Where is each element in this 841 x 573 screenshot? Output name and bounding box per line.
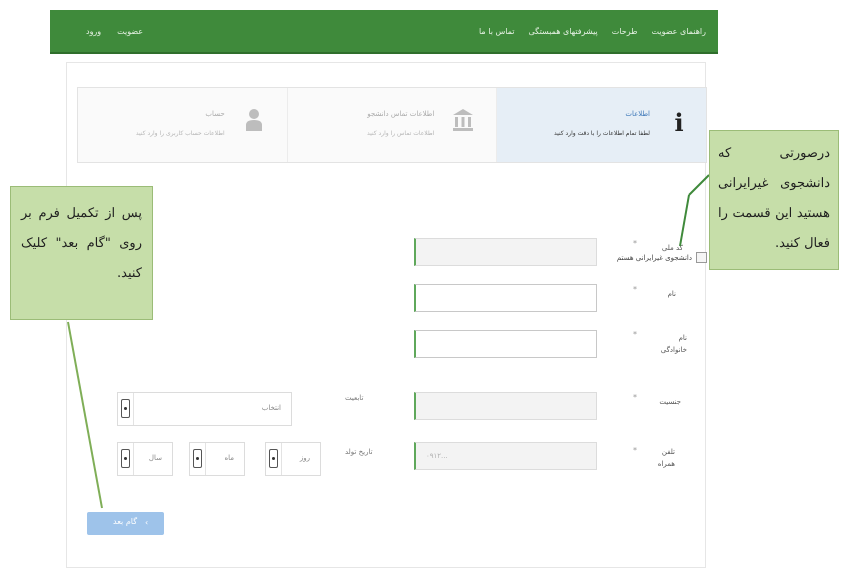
step-title: اطلاعات — [625, 110, 650, 118]
wizard-steps: i اطلاعات لطفا تمام اطلاعات را با دقت وا… — [77, 87, 707, 163]
next-step-button[interactable]: گام بعد ‹ — [87, 512, 164, 535]
bank-icon — [452, 108, 474, 134]
chevron-down-icon — [266, 443, 282, 475]
birth-year-select[interactable]: سال — [117, 442, 173, 476]
navbar-account-links: عضویت ورود — [86, 10, 143, 52]
select-value: انتخاب — [261, 404, 281, 412]
nav-link-guide[interactable]: راهنمای عضویت — [651, 27, 706, 36]
national-code-input[interactable] — [414, 238, 597, 266]
birth-date-label: تاریخ تولد — [345, 448, 373, 456]
mobile-placeholder: ۰۹۱۲... — [426, 452, 448, 460]
mobile-input[interactable]: ۰۹۱۲... — [414, 442, 597, 470]
chevron-down-icon — [118, 443, 134, 475]
step-description: لطفا تمام اطلاعات را با دقت وارد کنید — [554, 130, 650, 137]
chevron-down-icon — [118, 393, 134, 425]
step-title: حساب — [205, 110, 225, 118]
nav-link-plans[interactable]: طرحات — [612, 27, 638, 36]
birth-day-select[interactable]: روز — [265, 442, 321, 476]
required-mark: * — [633, 285, 637, 294]
last-name-input[interactable] — [414, 330, 597, 358]
mobile-label: تلفن همراه — [657, 448, 675, 468]
nav-link-login[interactable]: ورود — [86, 27, 101, 36]
required-mark: * — [633, 239, 637, 248]
foreign-student-checkbox[interactable] — [696, 252, 707, 263]
wizard-step-account[interactable]: حساب اطلاعات حساب کاربری را وارد کنید — [77, 88, 287, 162]
national-code-label: کد ملی — [661, 244, 683, 252]
chevron-down-icon — [190, 443, 206, 475]
next-step-label: گام بعد — [113, 517, 138, 526]
step-description: اطلاعات حساب کاربری را وارد کنید — [135, 130, 225, 137]
last-name-label: نام خانوادگی — [660, 334, 687, 354]
gender-input[interactable] — [414, 392, 597, 420]
wizard-step-contact[interactable]: اطلاعات تماس دانشجو اطلاعات تماس را وارد… — [286, 88, 497, 162]
wizard-step-info[interactable]: i اطلاعات لطفا تمام اطلاعات را با دقت وا… — [496, 88, 706, 162]
step-description: اطلاعات تماس را وارد کنید — [367, 130, 435, 137]
nav-link-register[interactable]: عضویت — [117, 27, 143, 36]
foreign-student-label: دانشجوی غیرایرانی هستم — [616, 253, 692, 262]
select-value: روز — [299, 454, 310, 462]
gender-label: جنسیت — [659, 398, 681, 406]
chevron-left-icon: ‹ — [145, 518, 149, 527]
top-navbar: راهنمای عضویت طرحات پیشرفتهای همبستگی تم… — [50, 10, 718, 54]
select-value: سال — [148, 454, 162, 462]
nav-link-progress[interactable]: پیشرفتهای همبستگی — [529, 27, 598, 36]
nationality-select[interactable]: انتخاب — [117, 392, 292, 426]
info-icon: i — [674, 108, 684, 137]
step-title: اطلاعات تماس دانشجو — [367, 110, 435, 118]
callout-next-step: پس از تکمیل فرم بر روی "گام بعد" کلیک کن… — [10, 186, 153, 320]
callout-foreign-student: درصورتی که دانشجوی غیرایرانی هستید این ق… — [709, 130, 839, 270]
required-mark: * — [633, 446, 637, 455]
user-icon — [243, 108, 265, 134]
required-mark: * — [633, 393, 637, 402]
required-mark: * — [633, 330, 637, 339]
nav-link-contact[interactable]: تماس با ما — [479, 27, 515, 36]
nationality-label: تابعیت — [345, 394, 364, 402]
birth-month-select[interactable]: ماه — [189, 442, 245, 476]
navbar-main-links: راهنمای عضویت طرحات پیشرفتهای همبستگی تم… — [479, 10, 706, 52]
first-name-input[interactable] — [414, 284, 597, 312]
first-name-label: نام — [667, 290, 676, 298]
select-value: ماه — [224, 454, 234, 462]
